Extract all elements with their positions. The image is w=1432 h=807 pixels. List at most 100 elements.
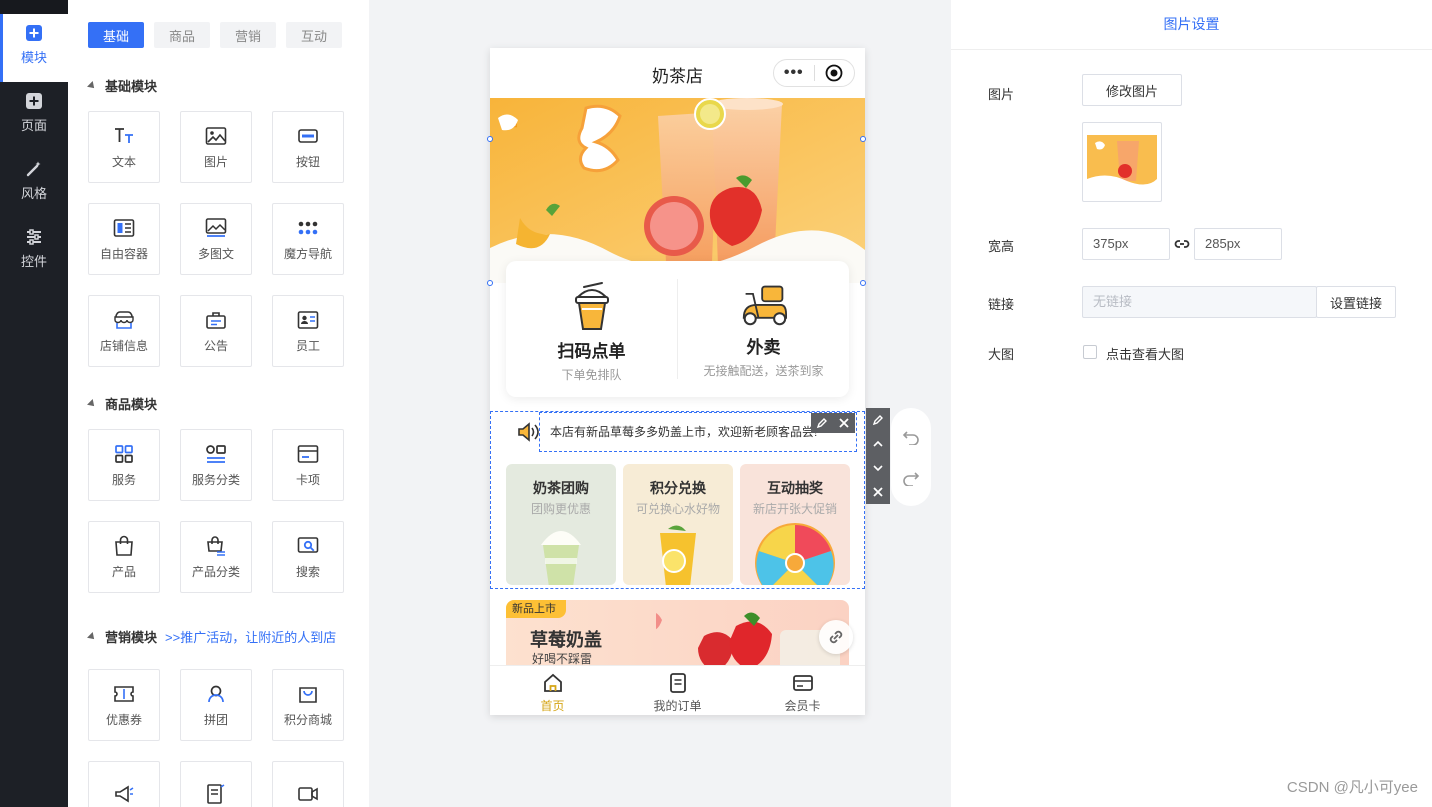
tab-interaction[interactable]: 互动 (286, 22, 342, 48)
module-button[interactable]: 按钮 (272, 111, 344, 183)
page-plus-icon (26, 93, 42, 109)
new-product-card[interactable]: 新品上市 草莓奶盖 好喝不踩雷 (506, 600, 849, 675)
nav-item-controls[interactable]: 控件 (0, 218, 68, 286)
change-image-button[interactable]: 修改图片 (1082, 74, 1182, 106)
image-thumbnail[interactable] (1082, 122, 1162, 202)
move-up-icon[interactable] (866, 432, 890, 456)
feature-title: 互动抽奖 (767, 480, 823, 496)
module-video[interactable] (272, 761, 344, 807)
module-service-category[interactable]: 服务分类 (180, 429, 252, 501)
big-image-checkbox-label[interactable]: 点击查看大图 (1106, 344, 1184, 363)
collapse-triangle-icon (87, 631, 97, 642)
module-label: 图片 (203, 154, 228, 169)
section-title-text: 商品模块 (105, 397, 158, 412)
tabbar-my-orders[interactable]: 我的订单 (615, 666, 740, 715)
scan-order-entry[interactable]: 扫码点单 下单免排队 (506, 261, 677, 397)
section-title-goods[interactable]: 商品模块 (87, 394, 158, 413)
nav-item-modules[interactable]: 模块 (0, 14, 68, 82)
section-title-text: 基础模块 (105, 79, 158, 94)
collapse-triangle-icon (87, 80, 97, 91)
marketing-hint-link[interactable]: >>推广活动，让附近的人到店 (165, 627, 336, 646)
resize-handle[interactable] (860, 136, 866, 142)
feature-points-exchange[interactable]: 积分兑换 可兑换心水好物 (623, 464, 733, 585)
module-image[interactable]: 图片 (180, 111, 252, 183)
drink-cup-icon (574, 282, 609, 330)
scan-order-subtitle: 下单免排队 (561, 368, 622, 382)
move-down-icon[interactable] (866, 456, 890, 480)
resize-handle[interactable] (487, 280, 493, 286)
close-icon[interactable] (833, 413, 855, 433)
module-staff[interactable]: 员工 (272, 295, 344, 367)
set-link-button[interactable]: 设置链接 (1316, 286, 1396, 318)
module-service[interactable]: 服务 (88, 429, 160, 501)
redo-icon[interactable] (902, 470, 920, 486)
module-text[interactable]: 文本 (88, 111, 160, 183)
feature-lottery[interactable]: 互动抽奖 新店开张大促销 (740, 464, 850, 585)
aspect-lock-link-icon[interactable] (1174, 236, 1190, 252)
marketing-module-grid: 优惠券 拼团 积分商城 (88, 669, 344, 807)
member-card-icon (792, 675, 813, 691)
floating-link-button[interactable] (819, 620, 853, 654)
container-icon (113, 218, 135, 237)
tab-basic[interactable]: 基础 (88, 22, 144, 48)
nav-item-style[interactable]: 风格 (0, 150, 68, 218)
module-label: 多图文 (197, 246, 234, 261)
big-image-checkbox[interactable] (1083, 345, 1097, 359)
prize-wheel-icon (755, 523, 835, 585)
module-store-info[interactable]: 店铺信息 (88, 295, 160, 367)
delete-close-icon[interactable] (866, 480, 890, 504)
module-multi-image[interactable]: 多图文 (180, 203, 252, 275)
notice-module[interactable]: 本店有新品草莓多多奶盖上市，欢迎新老顾客品尝! 奶茶团购 团购更优惠 积分兑换 … (490, 411, 865, 589)
height-input[interactable]: 285px (1194, 228, 1282, 260)
notice-edit-toolbar (811, 413, 855, 433)
tabbar-home[interactable]: 首页 (490, 666, 615, 715)
module-cube-nav[interactable]: 魔方导航 (272, 203, 344, 275)
miniprogram-capsule[interactable]: ••• (773, 59, 855, 87)
tabbar-label: 首页 (540, 699, 565, 713)
size-label: 宽高 (988, 239, 1015, 254)
nav-item-pages[interactable]: 页面 (0, 82, 68, 150)
feature-subtitle: 新店开张大促销 (752, 502, 837, 516)
tab-goods[interactable]: 商品 (154, 22, 210, 48)
module-card-item[interactable]: 卡项 (272, 429, 344, 501)
module-notice[interactable]: 公告 (180, 295, 252, 367)
edit-pencil-icon[interactable] (811, 413, 833, 433)
module-side-toolbar (866, 408, 890, 504)
link-chain-icon (829, 630, 843, 644)
module-free-container[interactable]: 自由容器 (88, 203, 160, 275)
module-promotion[interactable] (88, 761, 160, 807)
feature-group-buy[interactable]: 奶茶团购 团购更优惠 (506, 464, 616, 585)
card-icon (297, 444, 319, 463)
collapse-triangle-icon (87, 398, 97, 409)
module-product[interactable]: 产品 (88, 521, 160, 593)
banner-image[interactable]: · (490, 98, 865, 283)
module-label: 积分商城 (283, 712, 332, 727)
notice-text[interactable]: 本店有新品草莓多多奶盖上市，欢迎新老顾客品尝! (539, 412, 857, 452)
module-interactive-activity[interactable] (180, 761, 252, 807)
module-group-buy[interactable]: 拼团 (180, 669, 252, 741)
module-coupon[interactable]: 优惠券 (88, 669, 160, 741)
close-target-icon[interactable] (814, 64, 854, 82)
module-label: 文本 (111, 154, 136, 169)
tab-marketing[interactable]: 营销 (220, 22, 276, 48)
section-title-marketing[interactable]: 营销模块 >>推广活动，让附近的人到店 (87, 627, 336, 646)
module-product-category[interactable]: 产品分类 (180, 521, 252, 593)
width-input[interactable]: 375px (1082, 228, 1170, 260)
module-label: 按钮 (295, 154, 320, 169)
new-product-title: 草莓奶盖 (530, 630, 602, 650)
more-dots-icon[interactable]: ••• (774, 61, 814, 85)
resize-handle[interactable] (860, 280, 866, 286)
feature-subtitle: 团购更优惠 (530, 502, 591, 516)
module-search[interactable]: 搜索 (272, 521, 344, 593)
phone-preview: 奶茶店 ••• · (490, 48, 865, 715)
undo-icon[interactable] (902, 429, 920, 445)
section-title-basic[interactable]: 基础模块 (87, 76, 158, 95)
delivery-entry[interactable]: 外卖 无接触配送，送茶到家 (677, 279, 849, 379)
link-input[interactable]: 无链接 (1082, 286, 1317, 318)
resize-handle[interactable] (487, 136, 493, 142)
edit-pencil-icon[interactable] (866, 408, 890, 432)
image-settings-panel: 图片设置 图片 修改图片 宽高 375px 285px 链接 无链接 设置链接 … (951, 0, 1432, 807)
module-points-mall[interactable]: 积分商城 (272, 669, 344, 741)
bag-category-icon (207, 535, 225, 556)
tabbar-member-card[interactable]: 会员卡 (740, 666, 865, 715)
